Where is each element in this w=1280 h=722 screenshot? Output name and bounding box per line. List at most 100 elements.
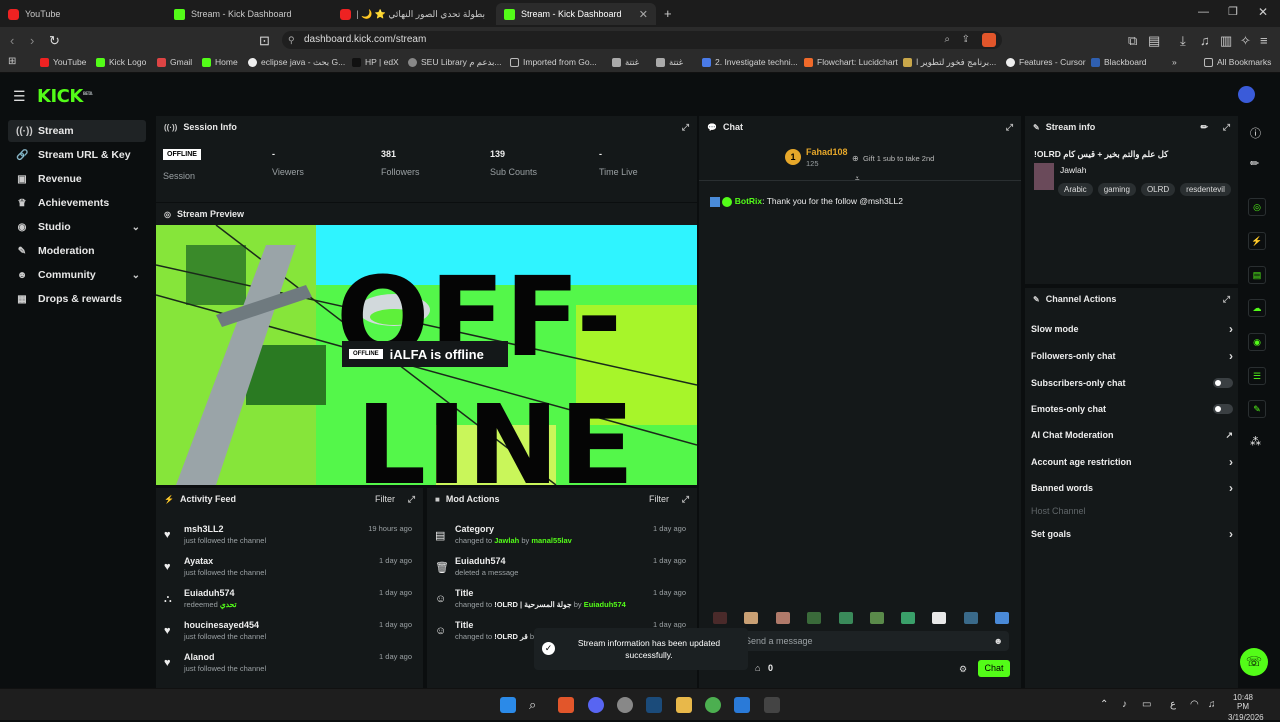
bookmark-item[interactable]: Blackboard (1091, 57, 1147, 67)
sidebar-item-moderation[interactable]: ✎ Moderation (8, 240, 146, 262)
bookmark-item[interactable]: Flowchart: Lucidchart (804, 57, 898, 67)
notes-widget-icon[interactable]: ▤ (1248, 266, 1266, 284)
emote-icon[interactable] (870, 612, 884, 624)
file-explorer-icon[interactable] (676, 697, 692, 713)
emote-icon[interactable] (839, 612, 853, 624)
send-chat-button[interactable]: Chat (978, 660, 1010, 677)
popout-icon[interactable]: ⤢ (682, 122, 689, 133)
user-avatar[interactable] (1238, 86, 1255, 103)
emote-icon[interactable] (776, 612, 790, 624)
zoom-search-icon[interactable]: ⌕ (944, 31, 950, 49)
browser-tab[interactable]: YouTube (0, 3, 170, 25)
window-close-icon[interactable]: ✕ (1258, 5, 1268, 19)
new-tab-icon[interactable]: + (664, 6, 672, 21)
url-field[interactable]: ⚲ dashboard.kick.com/stream ⌕ ⇪ (282, 31, 1002, 49)
download-icon[interactable]: ⤓ (1180, 33, 1186, 49)
filter-button[interactable]: Filter (649, 494, 669, 504)
sidebar-item-stream[interactable]: ((·)) Stream (8, 120, 146, 142)
emoji-icon[interactable]: ☻ (994, 631, 1003, 651)
chat-widget-icon[interactable]: ☁ (1248, 299, 1266, 317)
bookmarks-overflow-icon[interactable]: » (1172, 57, 1177, 67)
leo-ai-icon[interactable]: ✧ (1240, 33, 1251, 49)
emotes-only-toggle[interactable] (1213, 404, 1233, 414)
volume-icon[interactable]: ♫ (1208, 699, 1216, 710)
popout-icon[interactable]: ⤢ (682, 494, 689, 505)
bookmark-item[interactable]: غتتة (656, 57, 683, 68)
sidebar-item-studio[interactable]: ◉ Studio ⌄ (8, 216, 146, 238)
bookmark-item[interactable]: Features - Cursor (1006, 57, 1086, 67)
category-name[interactable]: Jawlah (1060, 165, 1086, 175)
emote-icon[interactable] (964, 612, 978, 624)
bookmark-icon[interactable]: ⊡ (259, 33, 270, 49)
all-bookmarks[interactable]: All Bookmarks (1204, 57, 1271, 67)
sidebar-icon[interactable]: ▥ (1220, 33, 1232, 49)
broadcast-widget-icon[interactable]: ◉ (1248, 333, 1266, 351)
share-icon[interactable]: ⇪ (962, 31, 970, 49)
tray-overflow-icon[interactable]: ⌃ (1100, 699, 1108, 710)
brave-shield-icon[interactable] (982, 33, 996, 47)
hamburger-menu-icon[interactable]: ☰ (13, 88, 26, 105)
restore-icon[interactable]: ❐ (1228, 5, 1238, 18)
popout-icon[interactable]: ⤢ (1223, 294, 1230, 305)
chrome-icon[interactable] (705, 697, 721, 713)
collapse-icon[interactable]: ⩡ (855, 174, 860, 184)
browser-tab[interactable]: Stream - Kick Dashboard (166, 3, 334, 25)
ai-chat-moderation-row[interactable]: AI Chat Moderation ↗ (1031, 425, 1233, 445)
users-icon[interactable]: ⁂ (1250, 435, 1261, 448)
photos-icon[interactable] (734, 697, 750, 713)
support-chat-button[interactable]: ☏ (1240, 648, 1268, 676)
activity-widget-icon[interactable]: ⚡ (1248, 232, 1266, 250)
edit-icon[interactable]: ✏ (1250, 157, 1259, 170)
app-icon[interactable] (617, 697, 633, 713)
reload-icon[interactable]: ↻ (49, 33, 60, 49)
sidebar-item-community[interactable]: ☻ Community ⌄ (8, 264, 146, 286)
points-icon[interactable]: ⌂ (755, 663, 760, 673)
bookmark-item[interactable]: eclipse java - بحث G... (248, 57, 345, 68)
bookmark-folder[interactable]: Imported from Go... (510, 57, 597, 67)
minimize-icon[interactable]: — (1198, 6, 1209, 18)
microphone-icon[interactable]: ♪ (1122, 699, 1127, 710)
emote-icon[interactable] (932, 612, 946, 624)
bookmark-item[interactable]: Kick Logo (96, 57, 146, 67)
slow-mode-row[interactable]: Slow mode › (1031, 319, 1233, 339)
brave-icon[interactable] (558, 697, 574, 713)
set-goals-row[interactable]: Set goals › (1031, 524, 1233, 544)
forward-icon[interactable]: › (30, 33, 34, 48)
sidebar-item-achievements[interactable]: ♛ Achievements (8, 192, 146, 214)
menu-icon[interactable]: ≡ (1260, 33, 1268, 48)
actions-widget-icon[interactable]: ☰ (1248, 367, 1266, 385)
app-icon[interactable] (764, 697, 780, 713)
emote-icon[interactable] (807, 612, 821, 624)
popout-icon[interactable]: ⤢ (1006, 122, 1013, 133)
chat-username[interactable]: BotRix (735, 196, 762, 206)
media-icon[interactable]: ♫ (1200, 33, 1210, 48)
wifi-icon[interactable]: ◠ (1190, 699, 1199, 710)
bookmark-item[interactable]: برنامج فخور لتطوير ا... (903, 57, 996, 68)
discord-icon[interactable] (588, 697, 604, 713)
filter-button[interactable]: Filter (375, 494, 395, 504)
popout-icon[interactable]: ⤢ (1223, 122, 1230, 133)
gift-hint[interactable]: Gift 1 sub to take 2nd (863, 154, 934, 163)
emote-icon[interactable] (713, 612, 727, 624)
subscribers-only-toggle[interactable] (1213, 378, 1233, 388)
wallet-icon[interactable]: ▤ (1148, 33, 1160, 49)
chat-input[interactable]: Send a message ☻ (735, 631, 1009, 651)
edit-icon[interactable]: ✏ (1200, 122, 1208, 133)
bookmark-item[interactable]: Gmail (157, 57, 192, 67)
followers-only-row[interactable]: Followers-only chat › (1031, 346, 1233, 366)
emote-icon[interactable] (901, 612, 915, 624)
bookmark-item[interactable]: HP | edX (352, 57, 399, 67)
wrench-widget-icon[interactable]: ✎ (1248, 400, 1266, 418)
extensions-icon[interactable]: ⧉ (1128, 33, 1137, 49)
steam-icon[interactable] (646, 697, 662, 713)
back-icon[interactable]: ‹ (10, 33, 14, 48)
clock[interactable]: 10:48 PM 3/19/2026 (1228, 693, 1264, 722)
bookmark-item[interactable]: 2. Investigate techni... (702, 57, 798, 67)
close-tab-icon[interactable]: ✕ (639, 8, 648, 21)
emote-icon[interactable] (744, 612, 758, 624)
windows-start-icon[interactable] (500, 697, 516, 713)
chat-settings-icon[interactable]: ⚙ (959, 664, 967, 675)
bookmark-item[interactable]: YouTube (40, 57, 86, 67)
browser-tab[interactable]: بطولة تحدي الصور النهائي ⭐ 🌙 | أوا... (332, 3, 492, 25)
bookmark-item[interactable]: Home (202, 57, 238, 67)
